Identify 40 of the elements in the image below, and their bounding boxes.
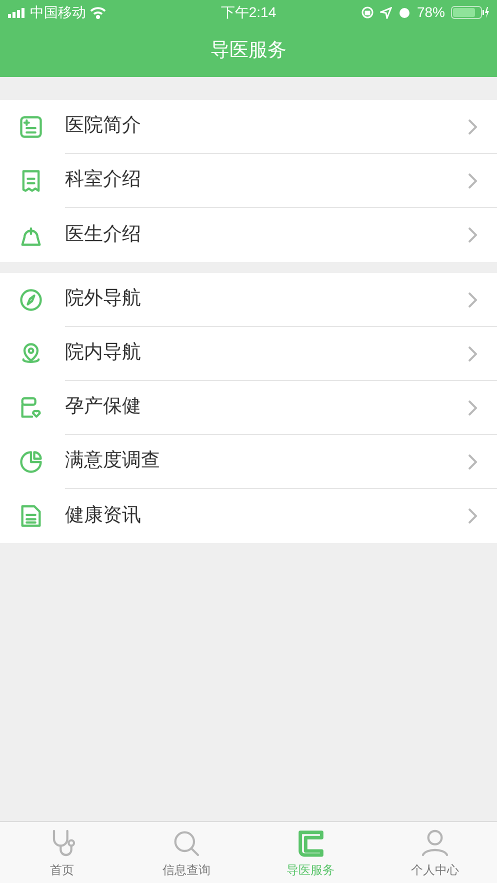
menu-item[interactable]: 科室介绍 (0, 154, 497, 208)
battery-icon (450, 6, 489, 19)
chevron-right-icon (467, 454, 477, 470)
chevron-right-icon (467, 346, 477, 362)
page-title: 导医服务 (210, 38, 286, 63)
menu-label: 科室介绍 (65, 168, 142, 192)
menu-item[interactable]: 院内导航 (0, 327, 497, 381)
menu-label: 健康资讯 (65, 504, 142, 528)
menu-label: 孕产保健 (65, 395, 142, 420)
menu-item[interactable]: 健康资讯 (0, 489, 497, 543)
menu-item[interactable]: 满意度调查 (0, 435, 497, 489)
menu-item[interactable]: 医生介绍 (0, 208, 497, 262)
menu-item[interactable]: 孕产保健 (0, 381, 497, 435)
chevron-right-icon (467, 227, 477, 243)
battery-percent: 78% (416, 3, 445, 22)
signal-icon (8, 8, 26, 18)
menu-label: 医院简介 (65, 114, 142, 138)
carrier-text: 中国移动 (30, 3, 86, 22)
chevron-right-icon (467, 118, 477, 134)
pie-chart-icon (18, 449, 44, 475)
document-icon (18, 114, 44, 140)
tab-item[interactable]: 个人中心 (372, 822, 497, 883)
menu-label: 医生介绍 (65, 222, 142, 247)
menu-label: 院外导航 (65, 287, 142, 312)
chevron-right-icon (467, 172, 477, 188)
chevron-right-icon (467, 400, 477, 416)
clock-text: 下午2:14 (220, 3, 278, 22)
compass-icon (18, 287, 44, 313)
chevron-right-icon (467, 292, 477, 308)
news-icon (18, 503, 44, 529)
tab-item[interactable]: 信息查询 (124, 822, 248, 883)
tab-item[interactable]: 首页 (0, 822, 124, 883)
menu-label: 满意度调查 (65, 449, 161, 474)
rotation-lock-icon (360, 6, 374, 19)
menu-label: 院内导航 (65, 341, 142, 366)
menu-item[interactable]: 医院简介 (0, 100, 497, 154)
wifi-icon (90, 6, 106, 18)
chevron-right-icon (467, 508, 477, 524)
location-arrow-icon (380, 6, 392, 18)
menu-item[interactable]: 院外导航 (0, 273, 497, 327)
